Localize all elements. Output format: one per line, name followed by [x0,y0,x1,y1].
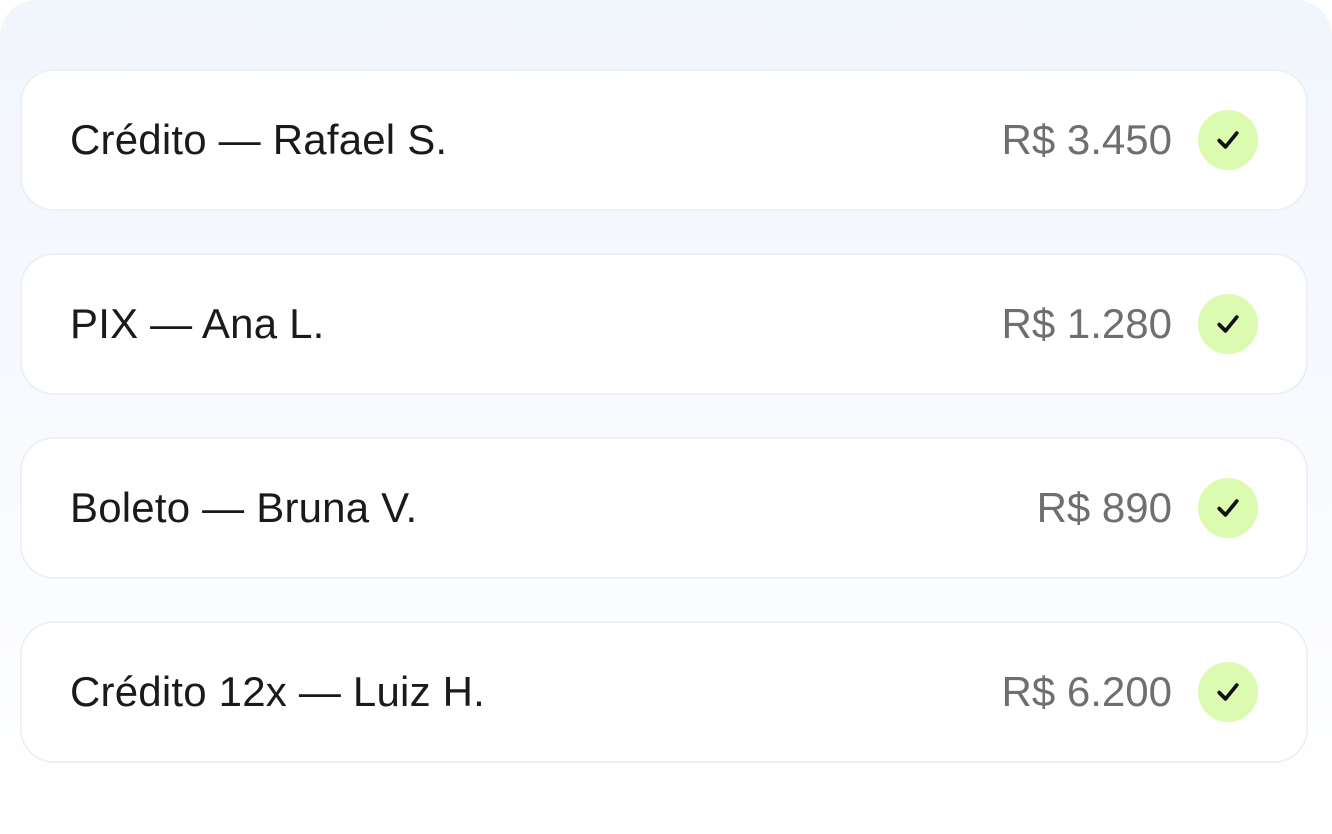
transaction-amount: R$ 6.200 [1001,668,1172,715]
transaction-row[interactable]: PIX — Ana L. R$ 1.280 [20,253,1308,395]
transaction-row[interactable]: Boleto — Bruna V. R$ 890 [20,437,1308,579]
check-icon [1198,294,1258,354]
transaction-label: Crédito 12x — Luiz H. [70,668,486,715]
transaction-amount: R$ 890 [1036,484,1172,531]
transaction-row[interactable]: Crédito — Rafael S. R$ 3.450 [20,69,1308,211]
transaction-label: Crédito — Rafael S. [70,116,448,163]
transaction-label: Boleto — Bruna V. [70,484,418,531]
transaction-label: PIX — Ana L. [70,300,325,347]
check-icon [1198,662,1258,722]
transaction-row[interactable]: Crédito 12x — Luiz H. R$ 6.200 [20,621,1308,763]
check-icon [1198,110,1258,170]
transaction-list: Crédito — Rafael S. R$ 3.450 PIX — Ana L… [20,69,1308,805]
transaction-amount: R$ 1.280 [1001,300,1172,347]
transactions-panel: Crédito — Rafael S. R$ 3.450 PIX — Ana L… [0,0,1332,834]
check-icon [1198,478,1258,538]
transaction-amount: R$ 3.450 [1001,116,1172,163]
